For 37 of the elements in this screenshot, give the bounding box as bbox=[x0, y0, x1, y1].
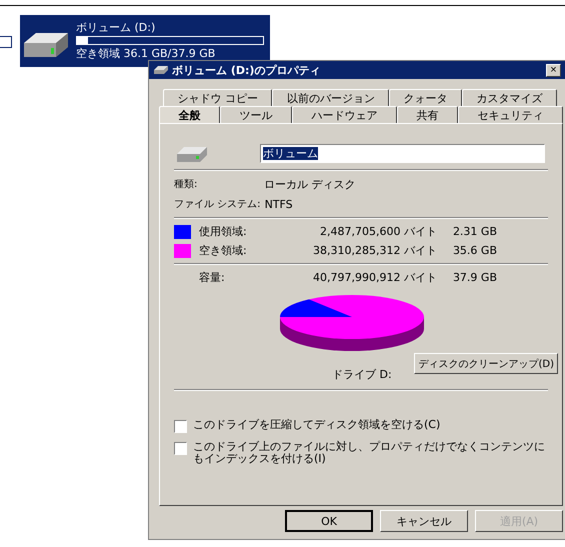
drive-label: ドライブ D: bbox=[332, 367, 392, 382]
tab[interactable]: セキュリティ bbox=[458, 106, 563, 123]
drive-icon bbox=[153, 65, 169, 75]
checkbox-label: このドライブ上のファイルに対し、プロパティだけでなくコンテンツにもインデックスを付ける(I) bbox=[193, 441, 546, 465]
outline-frame bbox=[0, 36, 12, 48]
info-value: NTFS bbox=[264, 198, 293, 210]
info-value: ローカル ディスク bbox=[264, 176, 356, 192]
size-value: 35.6 GB bbox=[452, 244, 497, 257]
tab[interactable]: ハードウェア bbox=[292, 106, 397, 123]
tab[interactable]: 共有 bbox=[397, 106, 458, 123]
tab[interactable]: 全般 bbox=[159, 106, 220, 123]
space-label: 使用領域: bbox=[199, 224, 248, 239]
tab[interactable]: カスタマイズ bbox=[462, 89, 557, 106]
checkbox[interactable] bbox=[174, 420, 187, 433]
space-label: 空き領域: bbox=[199, 243, 248, 258]
tab[interactable]: シャドウ コピー bbox=[163, 89, 272, 106]
bytes-value: 2,487,705,600 バイト bbox=[319, 224, 437, 239]
info-label: ファイル システム: bbox=[174, 198, 262, 211]
close-button[interactable]: × bbox=[546, 64, 561, 76]
dialog-button[interactable]: OK bbox=[285, 510, 373, 532]
size-value: 37.9 GB bbox=[452, 271, 497, 284]
size-value: 2.31 GB bbox=[452, 225, 497, 238]
name-field[interactable]: ボリューム bbox=[260, 144, 545, 163]
tab[interactable]: ツール bbox=[220, 106, 292, 123]
drive-name: ボリューム (D:) bbox=[76, 20, 156, 35]
capacity-label: 容量: bbox=[199, 270, 226, 285]
info-label: 種類: bbox=[174, 178, 198, 191]
checkbox-label: このドライブを圧縮してディスク領域を空ける(C) bbox=[193, 419, 440, 431]
free-space-text: 空き領域 36.1 GB/37.9 GB bbox=[76, 46, 216, 61]
checkbox[interactable] bbox=[174, 442, 187, 455]
bytes-value: 40,797,990,912 バイト bbox=[312, 270, 437, 285]
hard-drive-icon bbox=[176, 144, 208, 162]
tab[interactable]: 以前のバージョン bbox=[272, 89, 390, 106]
dialog-button[interactable]: キャンセル bbox=[380, 510, 468, 532]
tab[interactable]: クォータ bbox=[389, 89, 462, 106]
bytes-value: 38,310,285,312 バイト bbox=[312, 243, 437, 258]
disk-cleanup-button[interactable]: ディスクのクリーンアップ(D) bbox=[414, 353, 558, 374]
